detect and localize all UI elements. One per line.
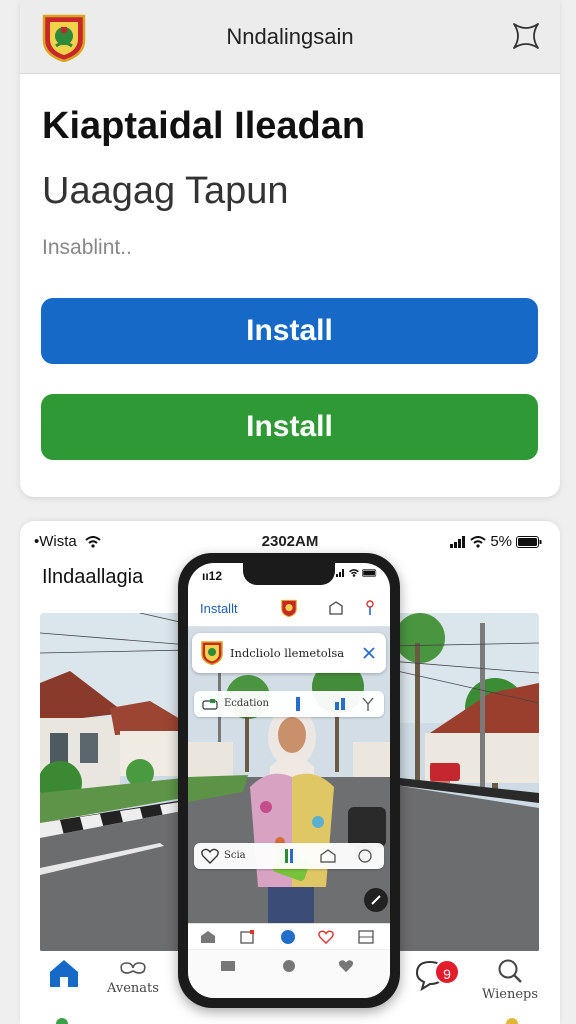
phone-nav-bar xyxy=(188,923,390,949)
notification-badge: 9 xyxy=(434,959,460,985)
install-status-text: Insablint.. xyxy=(42,236,132,259)
next-card-edge xyxy=(20,1012,560,1024)
app-logo-icon xyxy=(201,641,223,665)
phone-notification-text: Indcliolo llemetolsa xyxy=(230,646,345,660)
signal-icon xyxy=(336,569,344,577)
install-button-primary[interactable]: Install xyxy=(41,298,538,364)
phone-action-label-top: Ecdation xyxy=(224,698,269,709)
tab-avenats-label: Avenats xyxy=(107,981,159,996)
tab-wieneps[interactable]: Wieneps xyxy=(470,957,550,1002)
phone-action-bar-top[interactable]: Ecdation xyxy=(194,691,384,717)
chat-icon[interactable] xyxy=(282,959,296,973)
install-card-title: Nndalingsain xyxy=(226,24,354,49)
tab-messages[interactable]: 9 xyxy=(390,957,470,993)
keyboard-icon[interactable] xyxy=(220,960,236,972)
status-bar-right: 5% xyxy=(450,533,542,550)
chart-icon xyxy=(335,698,345,710)
bottle-icon xyxy=(285,849,293,863)
camera-icon xyxy=(202,699,218,710)
pencil-icon xyxy=(371,895,381,905)
phone-install-link[interactable]: Installt xyxy=(200,601,238,616)
heart-icon[interactable] xyxy=(318,930,334,944)
feed-title: Ilndaallagia xyxy=(42,566,144,588)
home-icon[interactable] xyxy=(200,930,216,944)
signal-icon xyxy=(450,535,466,548)
close-icon[interactable] xyxy=(362,646,376,660)
tab-wieneps-label: Wieneps xyxy=(481,987,539,1002)
compass-icon[interactable] xyxy=(280,929,296,945)
battery-icon xyxy=(362,569,377,577)
phone-notch xyxy=(243,563,335,585)
antenna-icon xyxy=(362,697,374,711)
wifi-icon xyxy=(470,535,486,548)
wifi-icon xyxy=(349,569,359,577)
edit-fab[interactable] xyxy=(364,888,388,912)
app-subtitle: Uaagag Tapun xyxy=(42,170,289,212)
share-icon[interactable] xyxy=(328,600,344,616)
heart-icon[interactable] xyxy=(338,959,354,973)
tab-avenats[interactable]: Avenats xyxy=(93,957,173,996)
install-button-secondary[interactable]: Install xyxy=(41,394,538,460)
home-icon xyxy=(50,960,78,987)
home-outline-icon xyxy=(320,849,336,863)
phone-action-label-bottom: Scia xyxy=(224,850,246,861)
app-name-heading: Kiaptaidal Ileadan xyxy=(42,105,366,147)
phone-toolbar: Installt xyxy=(188,591,390,627)
battery-icon xyxy=(516,535,542,548)
smiley-icon xyxy=(358,849,372,863)
bookmark-icon[interactable] xyxy=(362,599,378,617)
heart-icon xyxy=(201,848,219,864)
phone-notification[interactable]: Indcliolo llemetolsa xyxy=(192,633,386,673)
phone-nav-bar-secondary xyxy=(188,949,390,998)
phone-action-bar-bottom[interactable]: Scia xyxy=(194,843,384,869)
phone-mockup: ıı12 Installt Indcliolo llemetolsa Ecdat… xyxy=(178,553,400,1008)
calendar-icon[interactable] xyxy=(240,930,254,944)
search-icon xyxy=(498,959,522,983)
phone-status-time: ıı12 xyxy=(202,569,223,583)
grid-icon[interactable] xyxy=(358,930,374,944)
install-card: Nndalingsain Kiaptaidal Ileadan Uaagag T… xyxy=(20,0,560,497)
battery-percent: 5% xyxy=(490,533,512,550)
close-icon[interactable] xyxy=(510,20,542,52)
phone-screen: ıı12 Installt Indcliolo llemetolsa Ecdat… xyxy=(188,563,390,998)
link-icon xyxy=(120,962,146,974)
install-card-header: Nndalingsain xyxy=(20,0,560,74)
bottle-icon xyxy=(296,697,300,711)
app-logo-icon xyxy=(281,599,297,617)
tab-home[interactable] xyxy=(24,957,104,991)
phone-status-icons xyxy=(336,569,378,577)
